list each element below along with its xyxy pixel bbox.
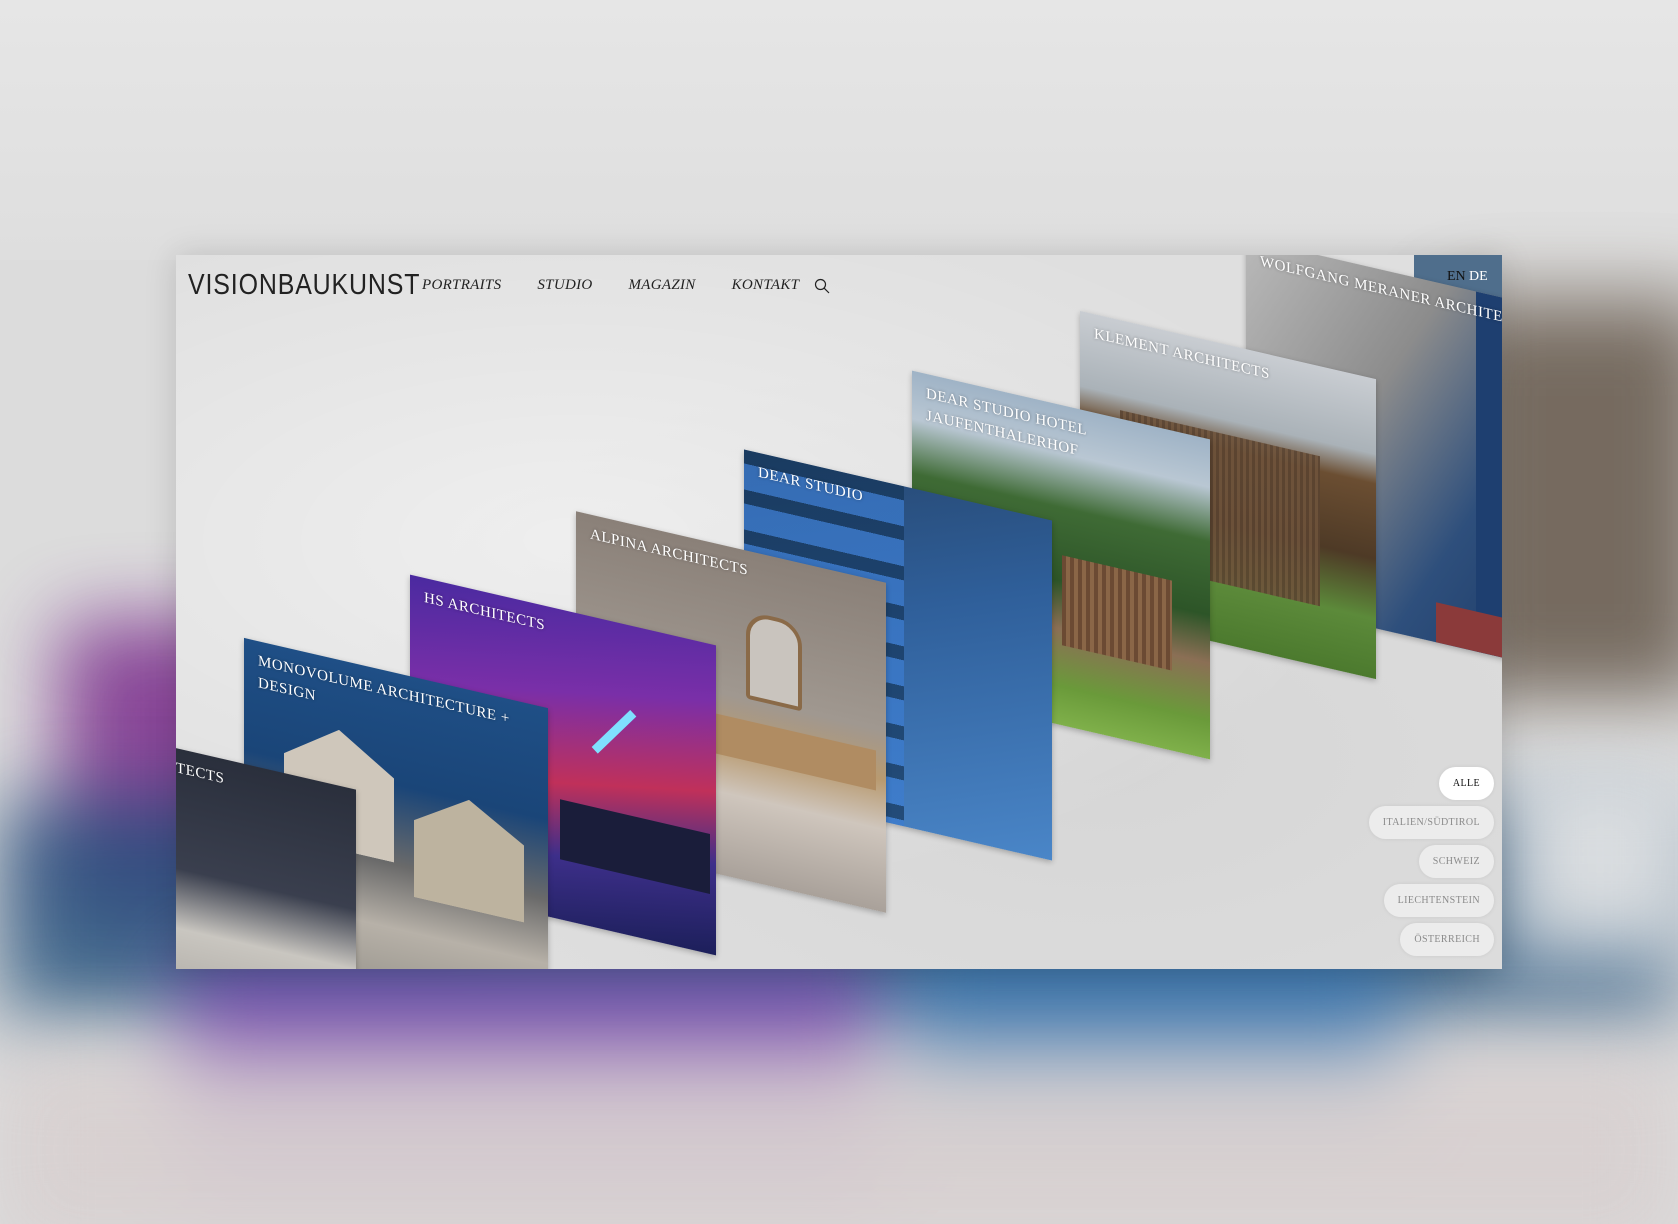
nav-studio[interactable]: STUDIO	[537, 277, 592, 294]
filter-oesterreich[interactable]: ÖSTERREICH	[1400, 923, 1494, 956]
site-logo[interactable]: VISIONBAUKUNST	[188, 269, 420, 302]
nav-magazin[interactable]: MAGAZIN	[629, 277, 696, 294]
filter-alle[interactable]: ALLE	[1438, 767, 1494, 800]
nav-portraits[interactable]: PORTRAITS	[422, 277, 501, 294]
lang-de[interactable]: DE	[1469, 269, 1488, 285]
lang-en[interactable]: EN	[1447, 269, 1466, 285]
filter-italien-suedtirol[interactable]: ITALIEN/SÜDTIROL	[1368, 806, 1494, 839]
search-icon[interactable]	[814, 278, 830, 294]
filter-liechtenstein[interactable]: LIECHTENSTEIN	[1383, 884, 1494, 917]
main-nav: PORTRAITS STUDIO MAGAZIN KONTAKT	[422, 277, 799, 294]
nav-kontakt[interactable]: KONTAKT	[732, 277, 800, 294]
region-filters: ALLE ITALIEN/SÜDTIROL SCHWEIZ LIECHTENST…	[1368, 767, 1494, 956]
website-screenshot: VISIONBAUKUNST PORTRAITS STUDIO MAGAZIN …	[176, 255, 1502, 969]
filter-schweiz[interactable]: SCHWEIZ	[1418, 845, 1494, 878]
